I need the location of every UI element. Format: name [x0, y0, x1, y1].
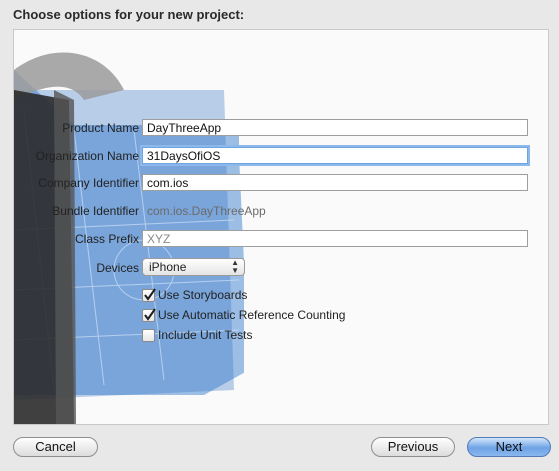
class-prefix-field[interactable]: XYZ — [142, 230, 528, 247]
company-identifier-row: Company Identifier — [14, 174, 139, 194]
organization-name-label: Organization Name — [35, 149, 139, 163]
next-button[interactable]: Next — [467, 437, 551, 457]
dialog-title: Choose options for your new project: — [13, 7, 245, 22]
devices-row: Devices — [14, 259, 139, 279]
previous-button[interactable]: Previous — [371, 437, 455, 457]
use-storyboards-label: Use Storyboards — [158, 288, 248, 302]
organization-name-row: Organization Name — [14, 147, 139, 167]
company-identifier-field[interactable]: com.ios — [142, 174, 528, 191]
use-storyboards-checkbox[interactable] — [142, 288, 156, 302]
bundle-identifier-row: Bundle Identifier — [14, 202, 139, 222]
devices-popup[interactable]: iPhone ▲ ▼ — [142, 258, 245, 276]
checkmark-icon — [144, 288, 156, 301]
popup-arrows-icon: ▲ ▼ — [231, 258, 239, 275]
cancel-button[interactable]: Cancel — [13, 437, 98, 457]
product-name-field[interactable]: DayThreeApp — [142, 119, 528, 136]
devices-popup-value: iPhone — [149, 260, 187, 274]
bundle-identifier-label: Bundle Identifier — [52, 204, 139, 218]
include-unit-tests-checkbox[interactable] — [142, 329, 155, 342]
options-panel: Product Name DayThreeApp Organization Na… — [13, 29, 549, 425]
use-arc-checkbox[interactable] — [142, 308, 156, 322]
class-prefix-row: Class Prefix — [14, 230, 139, 250]
class-prefix-label: Class Prefix — [74, 232, 139, 246]
devices-label: Devices — [96, 261, 139, 275]
organization-name-field[interactable]: 31DaysOfiOS — [142, 147, 528, 164]
checkmark-icon — [144, 308, 156, 321]
use-arc-label: Use Automatic Reference Counting — [158, 308, 346, 322]
product-name-label: Product Name — [62, 121, 139, 135]
product-name-row: Product Name — [14, 119, 139, 139]
xcode-hammer-blueprint-icon — [14, 52, 244, 424]
company-identifier-label: Company Identifier — [38, 176, 139, 190]
bundle-identifier-value: com.ios.DayThreeApp — [147, 204, 266, 218]
include-unit-tests-label: Include Unit Tests — [158, 328, 253, 342]
